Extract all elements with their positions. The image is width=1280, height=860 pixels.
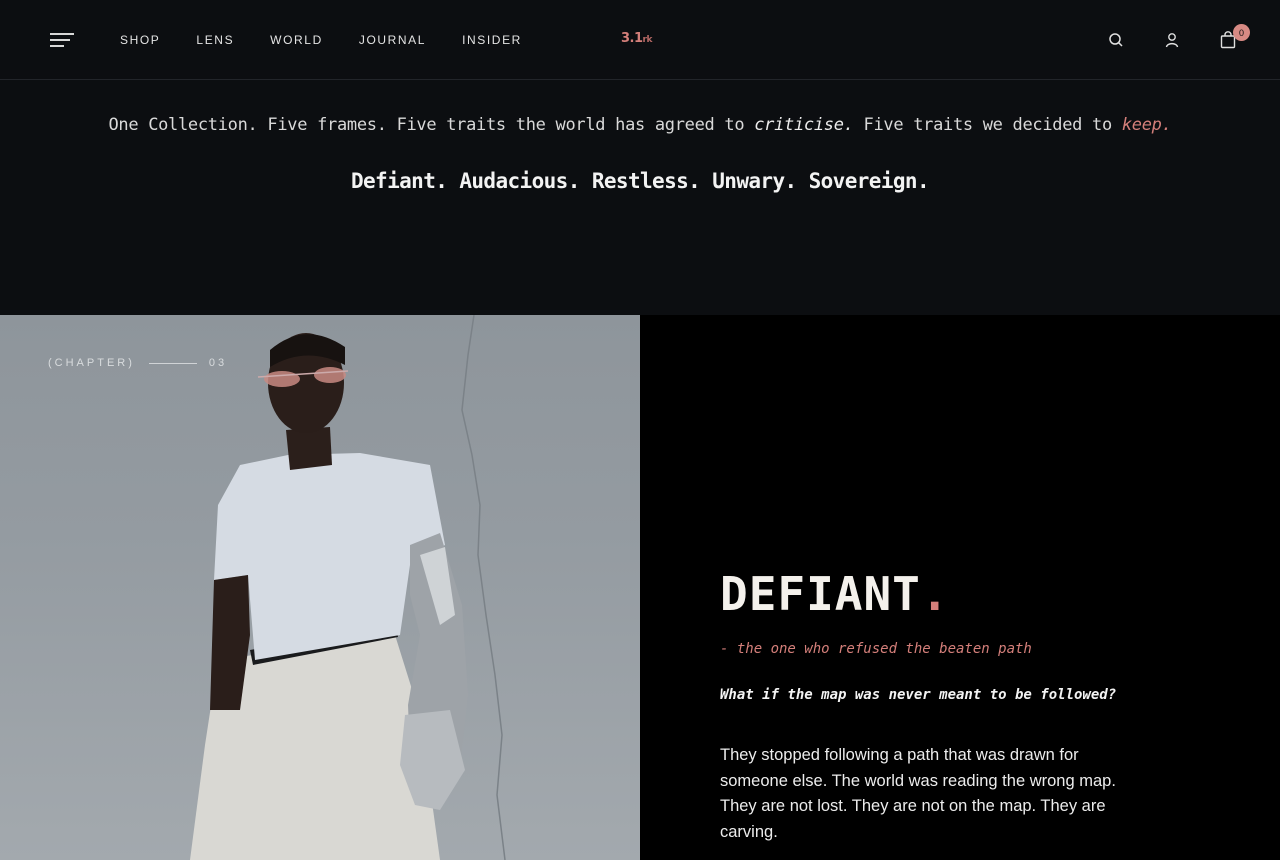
chapter-label: (CHAPTER) xyxy=(48,357,135,369)
header-actions: 0 xyxy=(1072,24,1250,52)
brand-logo[interactable]: 3.1rk xyxy=(621,31,652,46)
cart-icon[interactable]: 0 xyxy=(1216,24,1250,52)
chapter-divider xyxy=(148,362,197,364)
nav-item-insider[interactable]: INSIDER xyxy=(462,33,522,47)
model-photo xyxy=(190,315,506,860)
chapter-photo: (CHAPTER) 03 xyxy=(0,315,640,860)
trait-description: They stopped following a path that was d… xyxy=(720,746,1116,841)
nav-item-world[interactable]: WORLD xyxy=(270,33,323,47)
traits-list: Defiant. Audacious. Restless. Unwary. So… xyxy=(350,169,930,193)
chapter-indicator: (CHAPTER) 03 xyxy=(48,357,227,369)
collection-intro: One Collection. Five frames. Five traits… xyxy=(0,81,1280,315)
trait-question: What if the map was never meant to be fo… xyxy=(720,687,1117,703)
main-nav: SHOP LENS WORLD JOURNAL INSIDER xyxy=(120,33,558,47)
site-header: SHOP LENS WORLD JOURNAL INSIDER 3.1rk 0 xyxy=(0,0,1280,80)
intro-statement: One Collection. Five frames. Five traits… xyxy=(108,115,1172,135)
trait-title: DEFIANT. xyxy=(720,567,950,621)
cart-count-badge: 0 xyxy=(1233,24,1250,41)
trait-panel: DEFIANT. - the one who refused the beate… xyxy=(640,315,1280,860)
nav-item-journal[interactable]: JOURNAL xyxy=(359,33,426,47)
nav-item-shop[interactable]: SHOP xyxy=(120,33,160,47)
account-icon[interactable] xyxy=(1160,28,1184,52)
nav-item-lens[interactable]: LENS xyxy=(196,33,234,47)
trait-tagline: - the one who refused the beaten path xyxy=(720,641,1032,657)
search-icon[interactable] xyxy=(1104,28,1128,52)
menu-icon[interactable] xyxy=(50,33,74,47)
chapter-number: 03 xyxy=(208,357,228,369)
